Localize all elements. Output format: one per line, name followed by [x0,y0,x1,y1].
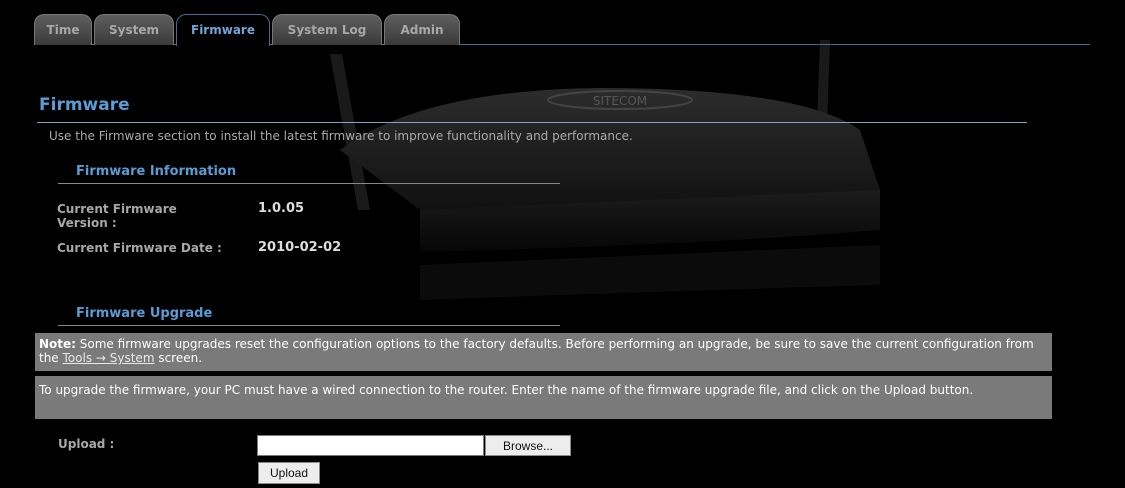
upload-label: Upload : [58,437,115,451]
tools-system-link[interactable]: Tools → System [63,351,155,365]
upload-button[interactable]: Upload [258,462,320,484]
firmware-information-divider [58,183,560,184]
current-date-label: Current Firmware Date : [57,241,222,255]
tab-firmware[interactable]: Firmware [176,14,270,46]
firmware-upgrade-heading: Firmware Upgrade [76,306,213,321]
current-version-label-line2: Version : [57,216,117,230]
title-divider [37,122,1027,123]
tab-system[interactable]: System [94,14,174,45]
current-version-label-line1: Current Firmware [57,202,177,216]
firmware-file-input[interactable] [257,435,484,456]
page-title: Firmware [39,95,130,115]
page-intro: Use the Firmware section to install the … [49,129,633,143]
note-label: Note: [39,337,76,351]
tab-bar: Time System Firmware System Log Admin [34,14,1090,46]
note-tail: screen. [154,351,203,365]
router-background-image: SITECOM [330,40,880,300]
browse-button[interactable]: Browse... [485,435,571,456]
tab-system-log[interactable]: System Log [272,14,382,45]
current-version-value: 1.0.05 [258,201,305,216]
current-version-label: Current Firmware Version : [57,202,177,230]
current-date-value: 2010-02-02 [258,240,342,255]
tab-admin[interactable]: Admin [384,14,460,45]
upgrade-instructions: To upgrade the firmware, your PC must ha… [35,376,1052,419]
firmware-upgrade-divider [58,325,560,326]
firmware-information-heading: Firmware Information [76,164,237,179]
upgrade-note: Note: Some firmware upgrades reset the c… [35,333,1052,371]
tab-time[interactable]: Time [34,14,92,45]
brand-logo: SITECOM [593,94,647,108]
